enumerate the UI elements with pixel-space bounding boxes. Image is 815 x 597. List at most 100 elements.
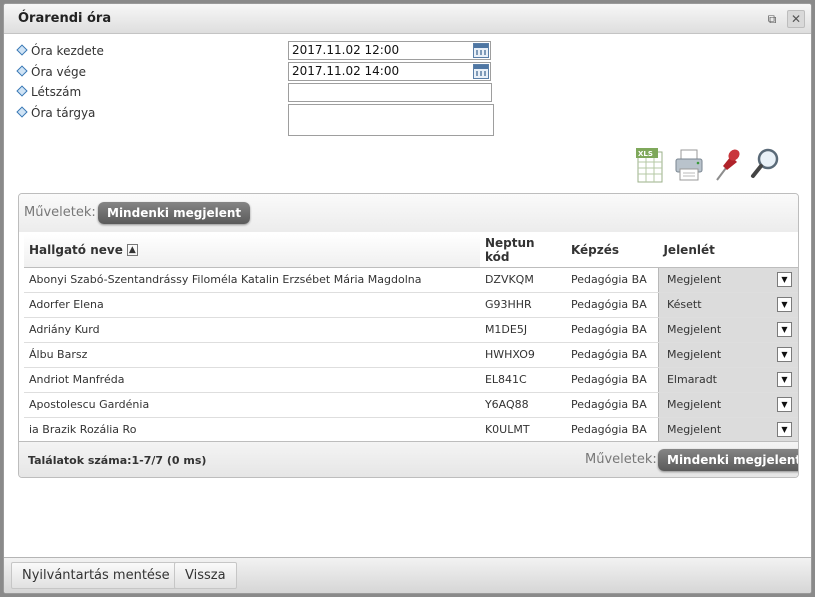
table-row[interactable]: Adorfer Elena G93HHR Pedagógia BA Késett ▼ [24,292,798,318]
student-name-cell: Andriot Manfréda [24,367,480,393]
program-cell: Pedagógia BA [565,267,659,293]
dialog-footer: Nyilvántartás mentése Vissza [4,557,811,593]
student-name-cell: ia Brazik Rozália Ro [24,417,480,443]
attendance-cell: Késett ▼ [657,292,798,318]
attendance-value: Késett [666,298,702,311]
program-cell: Pedagógia BA [565,367,659,393]
all-present-button-top[interactable]: Mindenki megjelent [98,202,251,224]
attendance-cell: Elmaradt ▼ [657,367,798,393]
bullet-icon [16,44,28,56]
popout-icon[interactable]: ⧉ [763,10,781,28]
chevron-down-icon[interactable]: ▼ [776,422,792,437]
chevron-down-icon[interactable]: ▼ [776,347,792,362]
xls-export-icon[interactable]: XLS [635,146,667,184]
close-icon[interactable]: ✕ [787,10,805,28]
student-name-cell: Abonyi Szabó-Szentandrássy Filoméla Kata… [24,267,480,293]
xls-icon-text: XLS [638,150,653,158]
table-header-row: Hallgató neve ▲ Neptun kód Képzés Jelenlé… [24,234,798,268]
neptun-code-cell: Y6AQ88 [479,392,566,418]
table-row[interactable]: Álbu Barsz HWHXO9 Pedagógia BA Megjelent ▼ [24,342,798,368]
search-magnifier-icon[interactable] [749,146,781,184]
attendance-select[interactable]: Megjelent ▼ [664,344,794,365]
save-register-button[interactable]: Nyilvántartás mentése [11,562,181,589]
column-header-neptun[interactable]: Neptun kód [479,234,566,268]
students-table-body: Abonyi Szabó-Szentandrássy Filoméla Kata… [24,267,798,443]
bullet-icon [16,85,28,97]
headcount-input[interactable] [288,83,492,102]
chevron-down-icon[interactable]: ▼ [776,272,792,287]
end-datetime-input[interactable]: 2017.11.02 14:00 [288,62,491,81]
program-cell: Pedagógia BA [565,342,659,368]
attendance-value: Megjelent [666,423,722,436]
attendance-select[interactable]: Megjelent ▼ [664,394,794,415]
bullet-icon [16,65,28,77]
attendance-dialog: Órarendi óra ⧉ ✕ Óra kezdete 2017.11.02 … [3,3,812,594]
chevron-down-icon[interactable]: ▼ [776,372,792,387]
student-name-cell: Álbu Barsz [24,342,480,368]
sort-ascending-icon[interactable]: ▲ [126,244,138,257]
end-label: Óra vége [16,65,278,79]
attendance-value: Elmaradt [666,373,717,386]
calendar-icon[interactable] [473,64,489,79]
column-header-program[interactable]: Képzés [565,234,659,268]
chevron-down-icon[interactable]: ▼ [776,297,792,312]
headcount-label: Létszám [16,85,278,99]
program-cell: Pedagógia BA [565,392,659,418]
students-grid-panel: Műveletek: Mindenki megjelent Hallgató n… [18,193,799,478]
table-row[interactable]: ia Brazik Rozália Ro K0ULMT Pedagógia BA Me… [24,417,798,443]
table-row[interactable]: Abonyi Szabó-Szentandrássy Filoméla Kata… [24,267,798,293]
attendance-select[interactable]: Megjelent ▼ [664,319,794,340]
attendance-cell: Megjelent ▼ [657,417,798,443]
headcount-label-text: Létszám [31,85,82,99]
table-row[interactable]: Apostolescu Gardénia Y6AQ88 Pedagógia BA Me… [24,392,798,418]
student-name-cell: Adriány Kurd [24,317,480,343]
start-label-text: Óra kezdete [31,44,104,58]
subject-input[interactable] [288,104,494,136]
column-header-attendance[interactable]: Jelenlét [658,234,798,268]
attendance-select[interactable]: Megjelent ▼ [664,419,794,440]
neptun-code-cell: K0ULMT [479,417,566,443]
student-name-cell: Adorfer Elena [24,292,480,318]
end-label-text: Óra vége [31,65,87,79]
start-datetime-input[interactable]: 2017.11.02 12:00 [288,41,491,60]
attendance-cell: Megjelent ▼ [657,317,798,343]
attendance-cell: Megjelent ▼ [657,267,798,293]
chevron-down-icon[interactable]: ▼ [776,397,792,412]
attendance-value: Megjelent [666,398,722,411]
column-header-name[interactable]: Hallgató neve ▲ [24,234,480,268]
program-cell: Pedagógia BA [565,317,659,343]
calendar-icon[interactable] [473,43,489,58]
program-cell: Pedagógia BA [565,417,659,443]
back-button[interactable]: Vissza [174,562,237,589]
attendance-cell: Megjelent ▼ [657,392,798,418]
table-row[interactable]: Adriány Kurd M1DE5J Pedagógia BA Megjelent ▼ [24,317,798,343]
table-row[interactable]: Andriot Manfréda EL841C Pedagógia BA Elmara… [24,367,798,393]
student-name-cell: Apostolescu Gardénia [24,392,480,418]
neptun-code-cell: EL841C [479,367,566,393]
attendance-select[interactable]: Elmaradt ▼ [664,369,794,390]
attendance-value: Megjelent [666,348,722,361]
pin-icon[interactable] [711,146,743,184]
neptun-code-cell: G93HHR [479,292,566,318]
attendance-select[interactable]: Megjelent ▼ [664,269,794,290]
attendance-value: Megjelent [666,323,722,336]
subject-label-text: Óra tárgya [31,106,96,120]
neptun-code-cell: DZVKQM [479,267,566,293]
print-icon[interactable] [673,146,705,184]
students-table: Hallgató neve ▲ Neptun kód Képzés Jelenlé… [24,234,798,443]
grid-footer: Találatok száma:1-7/7 (0 ms) Műveletek: … [19,441,798,477]
chevron-down-icon[interactable]: ▼ [776,322,792,337]
subject-label: Óra tárgya [16,106,278,120]
bullet-icon [16,106,28,118]
results-count: Találatok száma:1-7/7 (0 ms) [28,454,207,467]
attendance-select[interactable]: Késett ▼ [664,294,794,315]
attendance-cell: Megjelent ▼ [657,342,798,368]
dialog-title: Órarendi óra [18,11,112,26]
neptun-code-cell: HWHXO9 [479,342,566,368]
start-label: Óra kezdete [16,44,278,58]
column-header-name-text: Hallgató neve [29,243,123,258]
operations-label-bottom: Műveletek: [585,452,657,467]
all-present-button-bottom[interactable]: Mindenki megjelent [658,449,798,471]
operations-label-top: Műveletek: [24,205,96,220]
program-cell: Pedagógia BA [565,292,659,318]
